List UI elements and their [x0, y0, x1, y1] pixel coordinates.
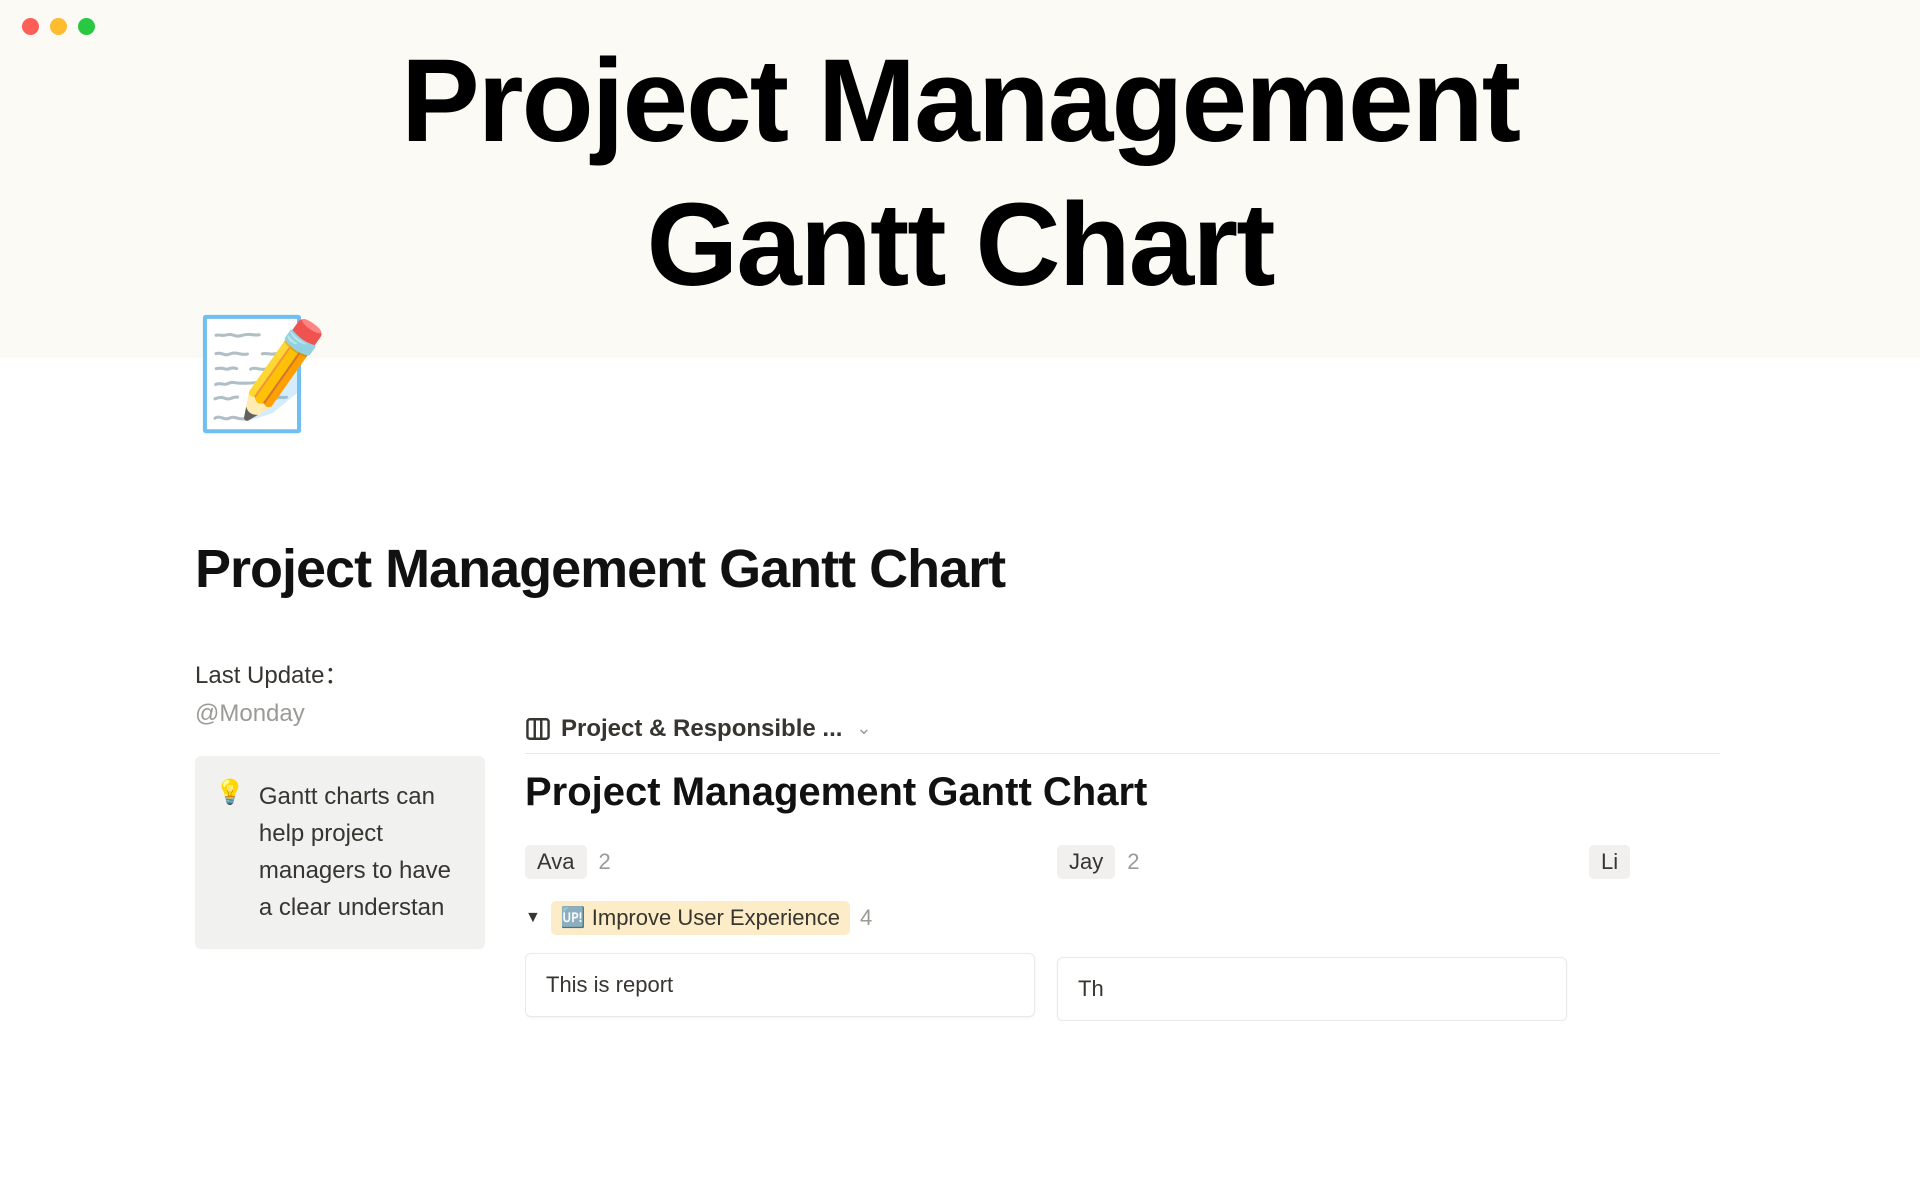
page-content: Project Management Gantt Chart Last Upda…: [0, 358, 1920, 1021]
group-header[interactable]: Li: [1589, 845, 1649, 879]
banner-title-line1: Project Management: [0, 30, 1920, 174]
last-update-value[interactable]: @Monday: [195, 700, 485, 728]
card-item[interactable]: This is report: [525, 953, 1035, 1017]
card-title: Th: [1078, 976, 1104, 1001]
board-groups: Ava 2 ▼ 🆙 Improve User Experience 4 This…: [525, 845, 1720, 1021]
subgroup-badge: 🆙 Improve User Experience: [551, 901, 850, 935]
view-selector[interactable]: Project & Responsible ... ⌄: [525, 715, 1720, 754]
database-title[interactable]: Project Management Gantt Chart: [525, 770, 1720, 815]
two-column-layout: Last Update： @Monday 💡 Gantt charts can …: [195, 655, 1720, 1021]
subgroup-toggle[interactable]: ▼ 🆙 Improve User Experience 4: [525, 901, 1035, 935]
toggle-triangle-icon: ▼: [525, 909, 541, 927]
subgroup-count: 4: [860, 905, 872, 931]
window-controls: [0, 0, 117, 53]
group-count: 2: [1127, 849, 1139, 875]
window-close-button[interactable]: [22, 18, 39, 35]
card-title: This is report: [546, 972, 673, 997]
window-minimize-button[interactable]: [50, 18, 67, 35]
left-column: Last Update： @Monday 💡 Gantt charts can …: [195, 655, 485, 1021]
page-title[interactable]: Project Management Gantt Chart: [195, 538, 1720, 600]
callout-block[interactable]: 💡 Gantt charts can help project managers…: [195, 756, 485, 949]
page-icon[interactable]: 📝: [195, 320, 323, 448]
lightbulb-icon: 💡: [215, 778, 245, 927]
group-header[interactable]: Jay 2: [1057, 845, 1567, 879]
board-group-jay: Jay 2 Th: [1057, 845, 1567, 1021]
board-view-icon: [525, 716, 551, 742]
group-tag: Jay: [1057, 845, 1115, 879]
chevron-down-icon: ⌄: [856, 718, 871, 739]
card-item[interactable]: Th: [1057, 957, 1567, 1021]
banner-title-line2: Gantt Chart: [0, 174, 1920, 318]
board-group-ava: Ava 2 ▼ 🆙 Improve User Experience 4 This…: [525, 845, 1035, 1021]
callout-text: Gantt charts can help project managers t…: [259, 778, 465, 927]
group-header[interactable]: Ava 2: [525, 845, 1035, 879]
view-name: Project & Responsible ...: [561, 715, 842, 743]
page-banner: Project Management Gantt Chart: [0, 0, 1920, 358]
group-tag: Li: [1589, 845, 1630, 879]
right-column: Project & Responsible ... ⌄ Project Mana…: [525, 655, 1720, 1021]
window-maximize-button[interactable]: [78, 18, 95, 35]
board-group-li: Li: [1589, 845, 1649, 1021]
subgroup-label: Improve User Experience: [592, 905, 840, 931]
up-icon: 🆙: [561, 905, 586, 930]
group-count: 2: [599, 849, 611, 875]
group-tag: Ava: [525, 845, 587, 879]
last-update-label: Last Update：: [195, 655, 485, 690]
